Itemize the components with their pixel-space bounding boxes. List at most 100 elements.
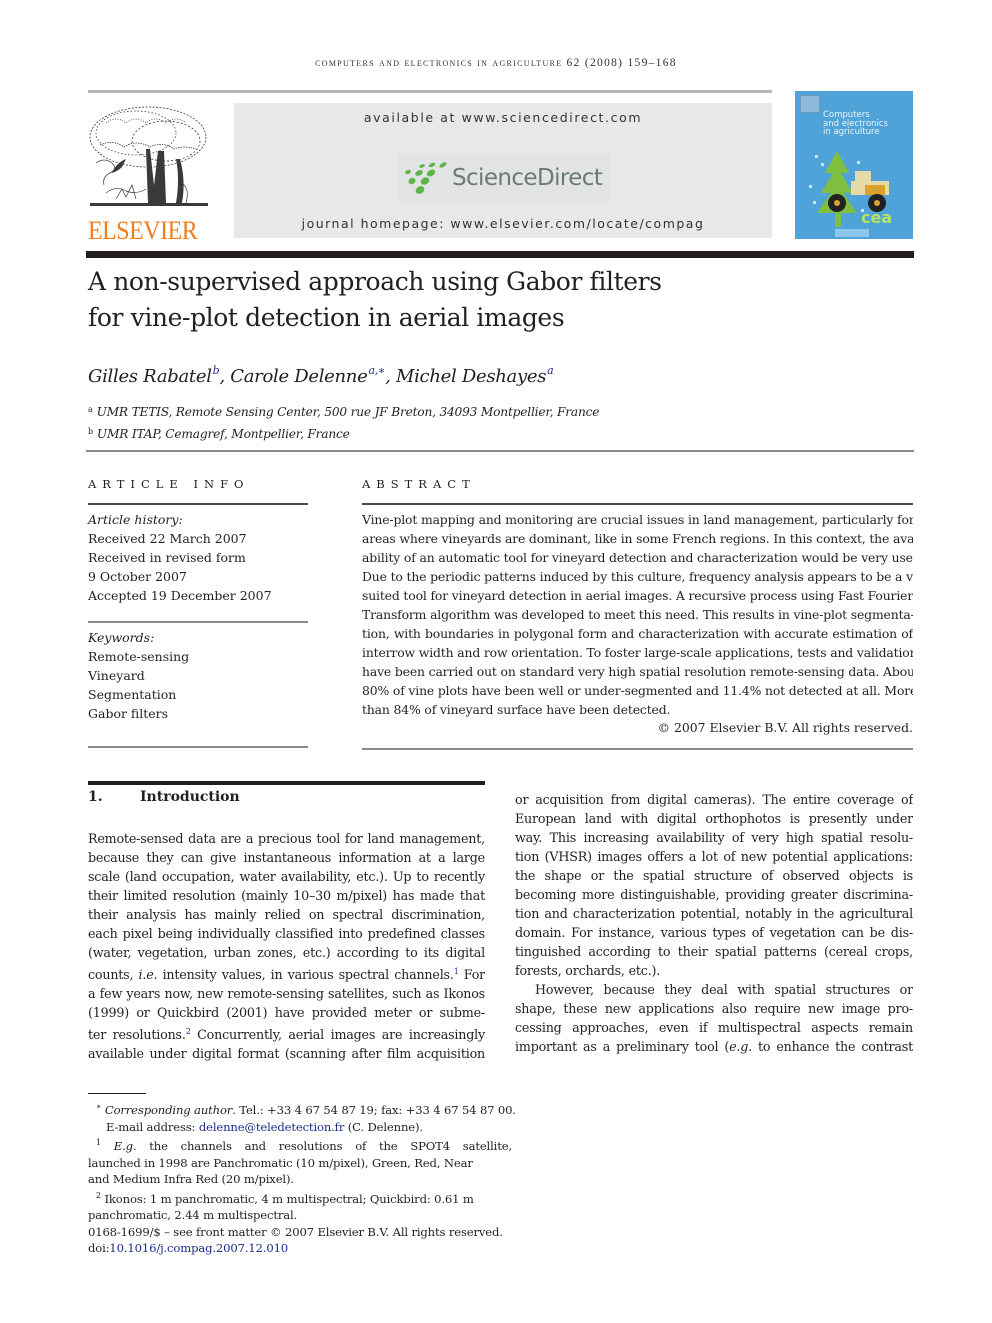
- body-line: (1999) or Quickbird (2001) have provided…: [88, 1005, 485, 1020]
- abstract-line: than 84% of vineyard surface have been d…: [362, 702, 671, 717]
- author-name[interactable]: Carole Delenne: [230, 366, 368, 387]
- header-rule: [88, 90, 772, 93]
- body-line: important as a preliminary tool (e.g. to…: [515, 1037, 913, 1056]
- footnote-line: launched in 1998 are Panchromatic (10 m/…: [88, 1155, 473, 1170]
- abstract-line: Vine-plot mapping and monitoring are cru…: [362, 512, 913, 527]
- footnote-mark: 2: [96, 1190, 101, 1200]
- abstract-line: Due to the periodic patterns induced by …: [362, 569, 913, 584]
- body-line: a few years now, new remote-sensing sate…: [88, 986, 485, 1001]
- body-line: available under digital format (scanning…: [88, 1046, 485, 1061]
- sciencedirect-banner: available at www.sciencedirect.com Scien…: [234, 103, 772, 238]
- article-history-label: Article history:: [88, 512, 183, 527]
- body-line: their analysis has mainly relied on spec…: [88, 907, 485, 922]
- title-rule: [86, 251, 914, 258]
- body-line: because they can give instantaneous info…: [88, 850, 485, 865]
- abstract-line: 80% of vine plots have been well or unde…: [362, 683, 913, 698]
- front-matter: 0168-1699/$ – see front matter © 2007 El…: [88, 1224, 503, 1239]
- body-line: shape, these new applications also requi…: [515, 1001, 913, 1016]
- footnote-text: Ikonos: 1 m panchromatic, 4 m multispect…: [104, 1191, 474, 1206]
- article-title: A non-supervised approach using Gabor fi…: [88, 264, 848, 336]
- footnote-2: 2 Ikonos: 1 m panchromatic, 4 m multispe…: [88, 1188, 512, 1208]
- divider: [88, 503, 308, 505]
- abstract-body: Vine-plot mapping and monitoring are cru…: [362, 510, 913, 719]
- section-title: Introduction: [140, 789, 240, 805]
- keyword-item[interactable]: Vineyard: [88, 666, 189, 685]
- running-header: computers and electronics in agriculture…: [0, 57, 992, 69]
- body-line: ter resolutions.2 Concurrently, aerial i…: [88, 1022, 485, 1044]
- divider: [88, 621, 308, 623]
- divider: [362, 748, 913, 750]
- body-text-italic: e.g.: [729, 1039, 753, 1054]
- footnote-1: 1 E.g. the channels and resolutions of t…: [88, 1135, 512, 1155]
- keyword-item[interactable]: Segmentation: [88, 685, 189, 704]
- body-text: to enhance the contrast: [752, 1039, 913, 1054]
- divider: [86, 450, 914, 452]
- article-history: Article history: Received 22 March 2007 …: [88, 510, 272, 605]
- footnote-text: (C. Delenne).: [344, 1119, 423, 1134]
- history-item: Received in revised form: [88, 550, 246, 565]
- footnote-mark: 1: [96, 1138, 101, 1147]
- divider: [362, 503, 913, 505]
- body-line: tinguished according to their spatial pa…: [515, 944, 913, 959]
- affiliation-text: UMR ITAP, Cemagref, Montpellier, France: [96, 427, 350, 441]
- section-number: 1.: [88, 789, 103, 805]
- body-line: Remote-sensed data are a precious tool f…: [88, 831, 485, 846]
- body-line: the shape or the spatial structure of ob…: [515, 868, 913, 883]
- email-label: E-mail address:: [106, 1119, 199, 1134]
- elsevier-logo[interactable]: ELSEVIER: [86, 103, 212, 245]
- section-heading-introduction: 1. Introduction: [88, 789, 240, 805]
- history-item: 9 October 2007: [88, 569, 187, 584]
- author-name[interactable]: Michel Deshayes: [396, 366, 547, 387]
- abstract-line: interrow width and row orientation. To f…: [362, 645, 913, 660]
- body-line: (water, vegetation, urban zones, etc.) a…: [88, 945, 485, 960]
- body-line: counts, i.e. intensity values, in variou…: [88, 962, 485, 984]
- author-affil-mark[interactable]: a: [547, 364, 554, 377]
- abstract-line: areas where vineyards are dominant, like…: [362, 531, 913, 546]
- email-link[interactable]: delenne@teledetection.fr: [199, 1120, 345, 1134]
- title-line: A non-supervised approach using Gabor fi…: [88, 267, 662, 296]
- abstract-line: ability of an automatic tool for vineyar…: [362, 550, 913, 565]
- journal-cover-thumbnail[interactable]: Computers and electronics in agriculture…: [795, 91, 913, 239]
- body-line: cessing approaches, even if multispectra…: [515, 1020, 913, 1035]
- body-column-left: Remote-sensed data are a precious tool f…: [88, 829, 485, 1063]
- article-info-heading: ARTICLE INFO: [88, 477, 250, 491]
- body-line: their limited resolution (mainly 10–30 m…: [88, 888, 485, 903]
- body-text: intensity values, in various spectral ch…: [157, 967, 454, 982]
- body-text: important as a preliminary tool (: [515, 1039, 730, 1054]
- running-header-text: computers and electronics in agriculture…: [315, 57, 677, 69]
- footnote-text: the channels and resolutions of the SPOT…: [136, 1139, 512, 1153]
- affiliations: a UMR TETIS, Remote Sensing Center, 500 r…: [88, 400, 599, 444]
- keyword-item[interactable]: Remote-sensing: [88, 647, 189, 666]
- body-line: tion and characterization potential, not…: [515, 906, 913, 921]
- section-rule: [88, 781, 485, 785]
- abstract-line: have been carried out on standard very h…: [362, 664, 913, 679]
- doi-line: doi:10.1016/j.compag.2007.12.010: [88, 1240, 512, 1257]
- keyword-item[interactable]: Gabor filters: [88, 704, 189, 723]
- keywords: Keywords: Remote-sensing Vineyard Segmen…: [88, 628, 189, 723]
- sciencedirect-dots-icon: [405, 162, 447, 194]
- abstract-heading: ABSTRACT: [362, 477, 476, 491]
- affiliation-item: b UMR ITAP, Cemagref, Montpellier, France: [88, 422, 599, 444]
- body-line: However, because they deal with spatial …: [535, 982, 913, 997]
- body-line: European land with digital orthophotos i…: [515, 811, 913, 826]
- doi-link[interactable]: 10.1016/j.compag.2007.12.010: [109, 1241, 288, 1255]
- footnote-rule: [88, 1093, 146, 1094]
- author-name[interactable]: Gilles Rabatel: [88, 366, 212, 387]
- divider: [88, 746, 308, 748]
- footnote-text: . Tel.: +33 4 67 54 87 19; fax: +33 4 67…: [232, 1103, 516, 1117]
- abstract-line: suited tool for vineyard detection in ae…: [362, 588, 913, 603]
- title-line: for vine-plot detection in aerial images: [88, 303, 565, 332]
- body-text: Concurrently, aerial images are increasi…: [190, 1027, 485, 1042]
- body-line: becoming more distinguishable, providing…: [515, 887, 913, 902]
- elsevier-tree-icon: [89, 106, 208, 206]
- abstract-line: Transform algorithm was developed to mee…: [362, 607, 913, 622]
- footnote-label: Corresponding author: [104, 1103, 233, 1117]
- author-affil-mark[interactable]: a,∗: [368, 364, 385, 377]
- body-text-italic: i.e.: [138, 967, 158, 982]
- journal-homepage-link[interactable]: journal homepage: www.elsevier.com/locat…: [234, 216, 772, 231]
- available-at-link[interactable]: available at www.sciencedirect.com: [234, 110, 772, 125]
- cover-badge: cea: [861, 208, 892, 227]
- body-text: counts,: [88, 967, 139, 982]
- author-affil-mark[interactable]: b: [213, 364, 220, 377]
- sciencedirect-logo[interactable]: ScienceDirect: [398, 153, 610, 201]
